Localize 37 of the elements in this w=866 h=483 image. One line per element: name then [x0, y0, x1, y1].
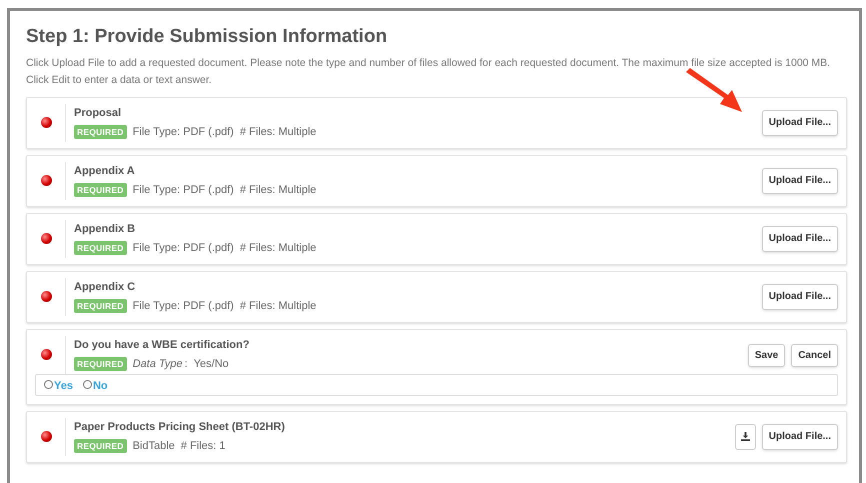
file-detail: # Files: Multiple	[240, 124, 316, 140]
item-title: Appendix B	[74, 222, 136, 238]
required-badge: REQUIRED	[74, 124, 127, 140]
item-title: Proposal	[74, 106, 122, 122]
file-detail: # Files: 1	[180, 438, 226, 454]
upload-button[interactable]: Upload File...	[762, 110, 838, 136]
item-title: Paper Products Pricing Sheet (BT-02HR)	[74, 420, 286, 436]
required-badge: REQUIRED	[74, 182, 127, 198]
file-detail: # Files: Multiple	[240, 182, 316, 198]
separator-text: :	[184, 356, 188, 372]
data-type-value: Yes/No	[194, 356, 229, 372]
file-detail: File Type: PDF (.pdf)	[132, 124, 234, 140]
file-detail: BidTable	[132, 438, 175, 454]
required-badge: REQUIRED	[74, 298, 127, 314]
page-heading: Step 1: Provide Submission Information	[26, 25, 388, 49]
file-detail: File Type: PDF (.pdf)	[132, 240, 234, 256]
required-badge: REQUIRED	[74, 356, 127, 372]
data-type-label: Data Type	[132, 356, 183, 372]
upload-button[interactable]: Upload File...	[762, 226, 838, 252]
required-badge: REQUIRED	[74, 438, 127, 454]
file-detail: # Files: Multiple	[240, 240, 316, 256]
upload-button[interactable]: Upload File...	[762, 284, 838, 310]
file-detail: # Files: Multiple	[240, 298, 316, 314]
download-button[interactable]	[734, 424, 756, 450]
download-icon	[740, 432, 750, 442]
file-detail: File Type: PDF (.pdf)	[132, 182, 234, 198]
instruction-text: Click Upload File to add a requested document. Please note the type and number of files allowed for each requested document. The maximum file size accepted is 1000 MB.	[26, 56, 832, 71]
item-title: Do you have a WBE certification?	[74, 338, 250, 354]
upload-button[interactable]: Upload File...	[762, 424, 838, 450]
instruction-text: Click Edit to enter a data or text answer.	[26, 72, 213, 88]
file-detail: File Type: PDF (.pdf)	[132, 298, 234, 314]
required-badge: REQUIRED	[74, 240, 127, 256]
item-title: Appendix C	[74, 280, 136, 296]
upload-button[interactable]: Upload File...	[762, 168, 838, 194]
item-title: Appendix A	[74, 164, 136, 180]
small-button[interactable]: Save	[748, 344, 786, 367]
small-button[interactable]: Cancel	[791, 344, 838, 367]
